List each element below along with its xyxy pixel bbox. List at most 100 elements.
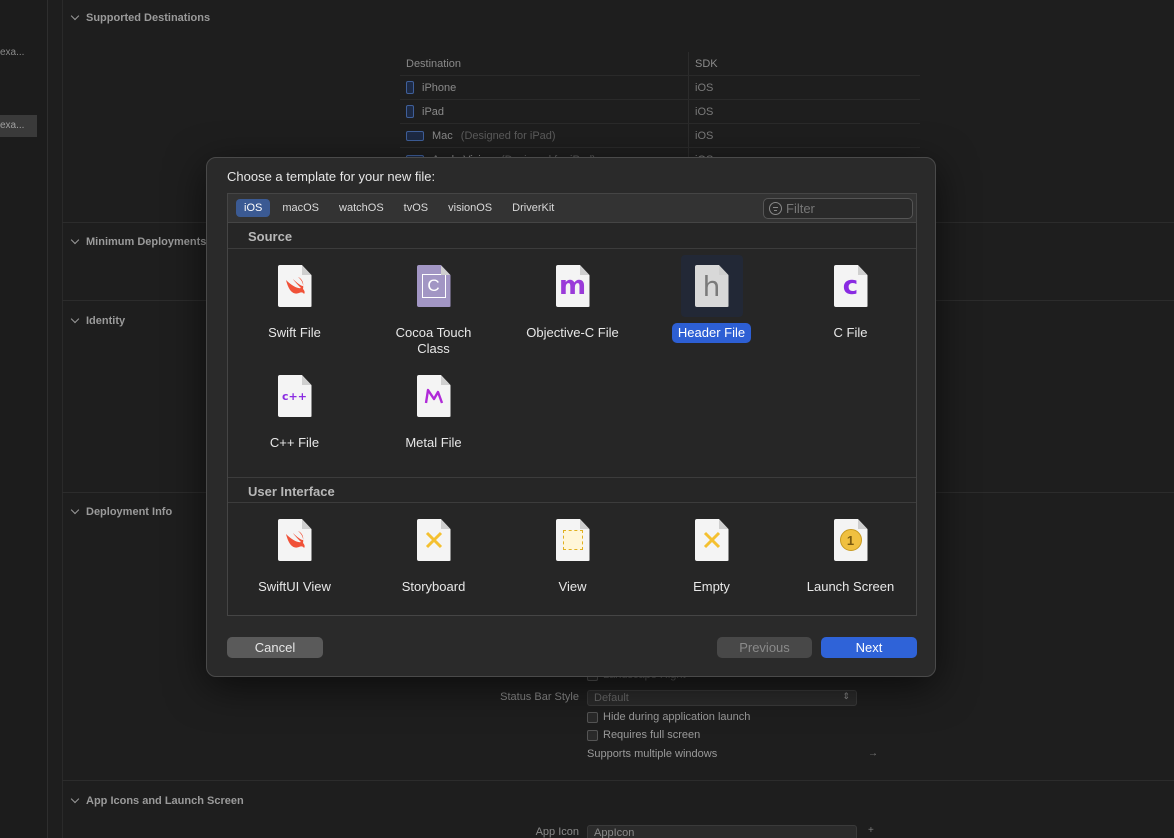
previous-button[interactable]: Previous <box>717 637 812 658</box>
tab-driverkit[interactable]: DriverKit <box>504 199 562 217</box>
checkbox[interactable] <box>587 729 598 741</box>
template-swiftui-view[interactable]: SwiftUI View <box>225 509 364 597</box>
column-header-sdk: SDK <box>688 52 718 75</box>
template-label: View <box>558 579 587 594</box>
arrow-right-icon[interactable]: → <box>868 748 878 759</box>
destination-sdk: iOS <box>688 124 713 147</box>
section-deployment-info[interactable]: Deployment Info <box>70 505 173 518</box>
tab-ios[interactable]: iOS <box>236 199 271 217</box>
destination-sdk: iOS <box>688 76 713 99</box>
section-supported-destinations[interactable]: Supported Destinations <box>70 11 211 24</box>
template-empty[interactable]: Empty <box>642 509 781 597</box>
status-bar-style-label: Status Bar Style <box>500 691 579 703</box>
table-row[interactable]: iPad iOS <box>400 100 920 124</box>
table-row[interactable]: iPhone iOS <box>400 76 920 100</box>
group-title-user-interface: User Interface <box>228 477 916 503</box>
cpp-file-icon: c++ <box>277 375 312 417</box>
file-glyph: C <box>421 274 446 298</box>
status-bar-style-select[interactable]: Default ⇕ <box>587 690 857 706</box>
plus-icon[interactable]: + <box>868 825 874 836</box>
multiple-windows-label: Supports multiple windows <box>587 748 718 760</box>
file-glyph: m <box>558 271 587 301</box>
new-file-template-dialog: Choose a template for your new file: iOS… <box>206 157 936 677</box>
section-minimum-deployments[interactable]: Minimum Deployments <box>70 235 206 248</box>
template-launch-screen[interactable]: 1 Launch Screen <box>781 509 920 597</box>
template-cocoa-touch-class[interactable]: C Cocoa Touch Class <box>364 255 503 359</box>
template-label: Cocoa Touch Class <box>395 325 472 356</box>
c-file-icon: c <box>833 265 868 307</box>
column-header-destination: Destination <box>406 57 462 70</box>
filter-input[interactable] <box>786 201 906 216</box>
select-value: Default <box>594 692 629 704</box>
multiple-windows-row[interactable]: Supports multiple windows <box>587 748 717 760</box>
destination-sdk: iOS <box>688 100 713 123</box>
dialog-title: Choose a template for your new file: <box>227 169 436 184</box>
template-c-file[interactable]: c C File <box>781 255 920 343</box>
template-swift-file[interactable]: Swift File <box>225 255 364 343</box>
section-title: Supported Destinations <box>86 12 211 24</box>
chevron-down-icon <box>70 794 80 804</box>
hide-launch-row[interactable]: Hide during application launch <box>587 711 750 723</box>
table-row[interactable]: Mac (Designed for iPad) iOS <box>400 124 920 148</box>
storyboard-file-icon <box>416 519 451 561</box>
group-title-source: Source <box>228 223 916 249</box>
source-template-grid: Swift File C Cocoa Touch Class m Objecti… <box>228 249 916 477</box>
destination-name: Mac <box>432 129 453 142</box>
template-label: C File <box>833 325 868 340</box>
sidebar-item-target[interactable]: exa... <box>0 42 37 64</box>
template-panel: iOS macOS watchOS tvOS visionOS DriverKi… <box>227 193 917 616</box>
section-title: App Icons and Launch Screen <box>86 795 244 807</box>
full-screen-row[interactable]: Requires full screen <box>587 729 700 741</box>
swift-file-icon <box>277 265 312 307</box>
template-label: Metal File <box>405 435 462 450</box>
filter-icon <box>769 202 782 215</box>
template-metal-file[interactable]: Metal File <box>364 365 503 453</box>
swiftui-file-icon <box>277 519 312 561</box>
metal-file-icon <box>416 375 451 417</box>
destination-name: iPhone <box>422 81 457 94</box>
template-header-file[interactable]: h Header File <box>642 255 781 343</box>
updown-chevron-icon: ⇕ <box>842 691 850 701</box>
destination-name: iPad <box>422 105 445 118</box>
empty-file-icon <box>694 519 729 561</box>
destinations-table: Destination SDK iPhone iOS iPad iOS Mac … <box>400 52 920 172</box>
launch-screen-file-icon: 1 <box>833 519 868 561</box>
file-glyph: 1 <box>839 529 862 551</box>
template-label: Storyboard <box>401 579 466 594</box>
cancel-button[interactable]: Cancel <box>227 637 323 658</box>
template-label: Header File <box>671 323 752 343</box>
template-view[interactable]: View <box>503 509 642 597</box>
navigator-sidebar: exa... exa... <box>0 0 48 838</box>
iphone-icon <box>406 81 414 94</box>
chevron-down-icon <box>70 235 80 245</box>
template-label: Empty <box>693 579 730 594</box>
filter-field[interactable] <box>763 198 913 219</box>
tab-watchos[interactable]: watchOS <box>331 199 392 217</box>
template-objective-c-file[interactable]: m Objective-C File <box>503 255 642 343</box>
tab-macos[interactable]: macOS <box>274 199 327 217</box>
section-title: Deployment Info <box>86 506 173 518</box>
header-file-icon: h <box>694 265 729 307</box>
section-identity[interactable]: Identity <box>70 314 125 327</box>
chevron-down-icon <box>70 314 80 324</box>
destination-suffix: (Designed for iPad) <box>460 129 556 142</box>
app-icon-field[interactable]: AppIcon <box>587 825 857 838</box>
checkbox[interactable] <box>587 711 598 723</box>
section-app-icons[interactable]: App Icons and Launch Screen <box>70 794 244 807</box>
next-button[interactable]: Next <box>821 637 917 658</box>
file-glyph: c++ <box>282 389 307 403</box>
template-label: C++ File <box>269 435 320 450</box>
template-label: SwiftUI View <box>258 579 331 594</box>
file-glyph: c <box>842 271 859 301</box>
platform-tabbar: iOS macOS watchOS tvOS visionOS DriverKi… <box>228 194 916 223</box>
tab-tvos[interactable]: tvOS <box>396 199 436 217</box>
cocoa-class-icon: C <box>416 265 451 307</box>
chevron-down-icon <box>70 11 80 21</box>
template-label: Objective-C File <box>526 325 619 340</box>
tab-visionos[interactable]: visionOS <box>440 199 500 217</box>
template-storyboard[interactable]: Storyboard <box>364 509 503 597</box>
checkbox-label: Requires full screen <box>603 729 701 741</box>
divider <box>62 780 1174 781</box>
sidebar-item-target-selected[interactable]: exa... <box>0 115 37 137</box>
template-cpp-file[interactable]: c++ C++ File <box>225 365 364 453</box>
